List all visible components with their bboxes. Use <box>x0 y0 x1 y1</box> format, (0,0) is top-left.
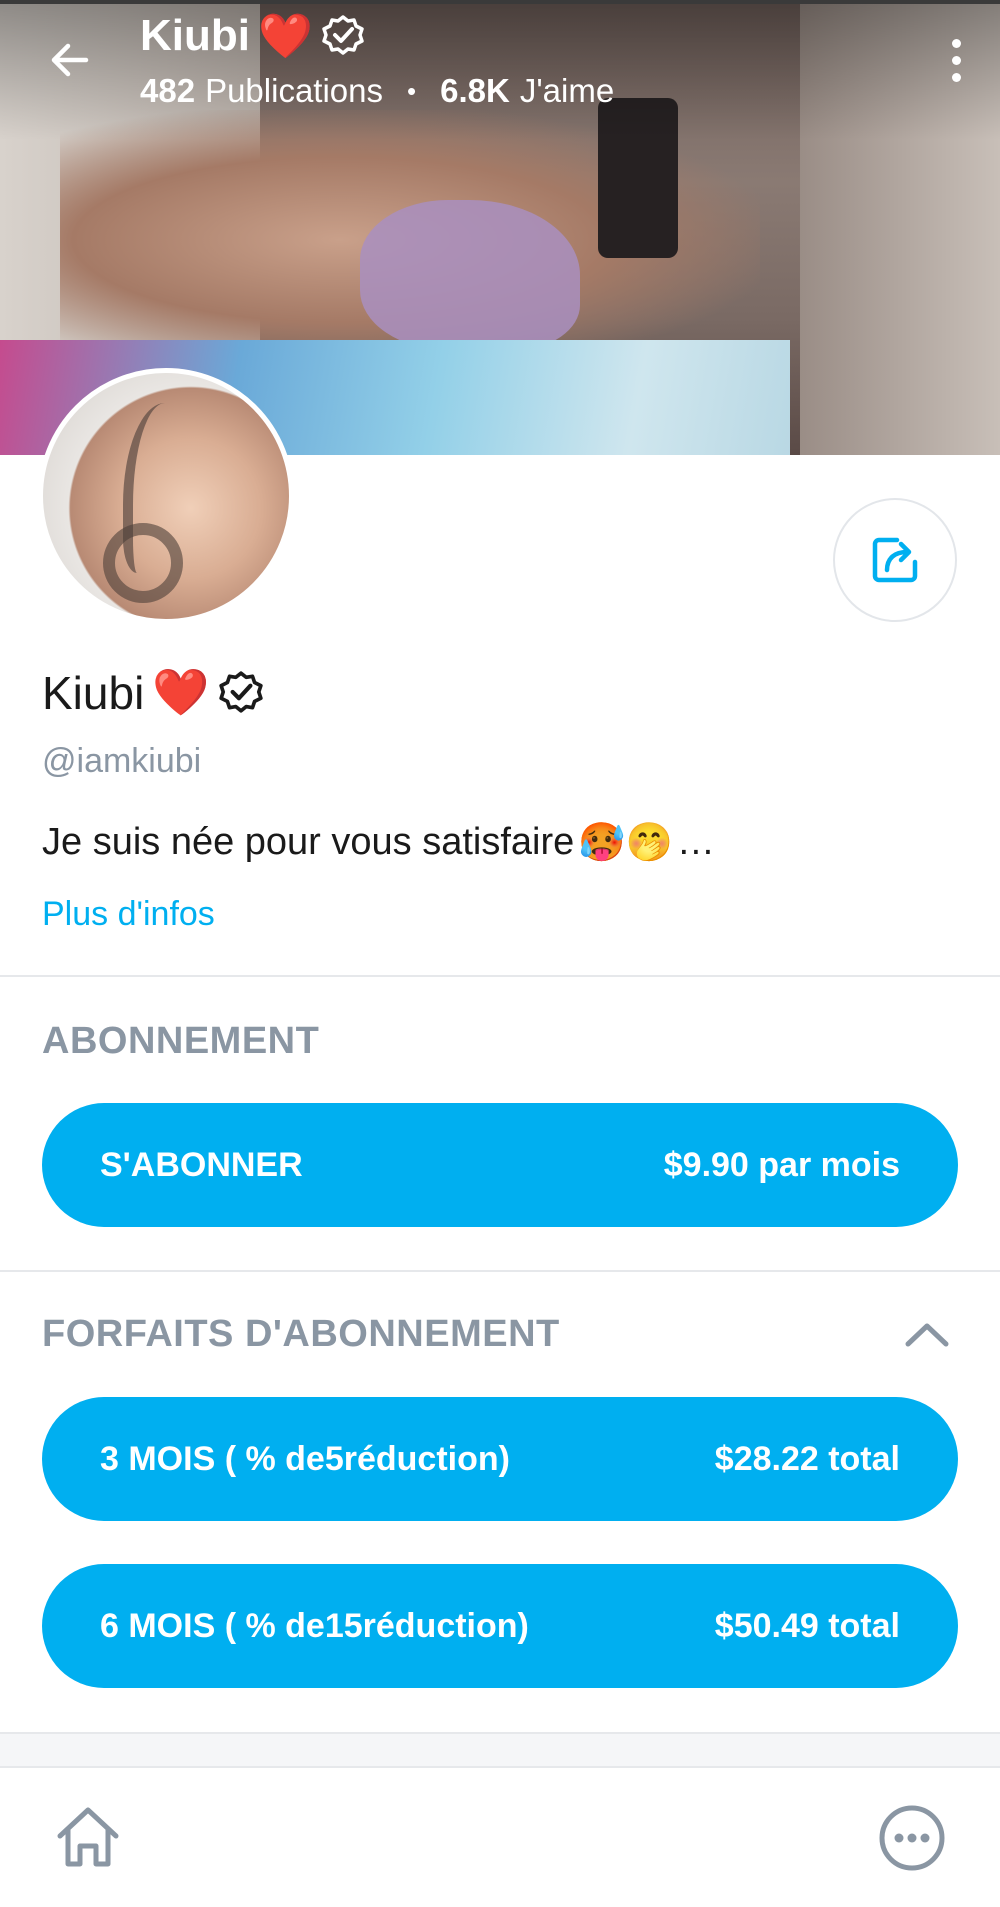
posts-count: 482 <box>140 72 196 109</box>
avatar[interactable] <box>38 368 294 624</box>
subscription-section-title: ABONNEMENT <box>42 1020 320 1062</box>
bundle-label: 6 MOIS ( % de15réduction) <box>100 1606 529 1645</box>
heart-icon: ❤️ <box>152 665 210 719</box>
bundle-label: 3 MOIS ( % de5réduction) <box>100 1439 510 1478</box>
header-stats: 482 Publications • 6.8K J'aime <box>140 72 614 110</box>
bio-text: Je suis née pour vous satisfaire <box>42 821 575 863</box>
cover-garment <box>360 200 580 350</box>
bio: Je suis née pour vous satisfaire 🥵🤭 … <box>42 820 715 865</box>
likes-count: 6.8K <box>440 72 510 109</box>
arrow-left-icon <box>51 43 89 77</box>
header-title: Kiubi ❤️ <box>140 10 365 62</box>
header-name: Kiubi <box>140 11 250 60</box>
status-strip <box>0 0 1000 4</box>
home-icon[interactable] <box>52 1802 124 1874</box>
more-vertical-icon-dot <box>951 55 961 65</box>
more-vertical-icon <box>951 38 961 48</box>
avatar-detail <box>103 523 183 603</box>
more-info-link[interactable]: Plus d'infos <box>42 895 215 934</box>
bundle-price: $28.22 total <box>714 1439 900 1478</box>
more-options-button[interactable] <box>936 30 976 90</box>
verified-badge-icon <box>322 15 364 55</box>
likes-label: J'aime <box>519 72 615 109</box>
section-gap <box>0 1732 1000 1766</box>
chevron-up-icon[interactable] <box>902 1318 952 1348</box>
more-horizontal-icon[interactable] <box>876 1802 948 1874</box>
share-button[interactable] <box>833 498 957 622</box>
bio-ellipsis: … <box>676 821 715 863</box>
heart-icon: ❤️ <box>257 11 313 62</box>
username: @iamkiubi <box>42 742 202 780</box>
bundle-6-months-button[interactable]: 6 MOIS ( % de15réduction) $50.49 total <box>42 1564 958 1688</box>
more-vertical-icon-dot <box>951 72 961 82</box>
profile-name-text: Kiubi <box>42 666 145 719</box>
subscribe-label: S'ABONNER <box>100 1145 303 1184</box>
posts-label: Publications <box>205 72 384 109</box>
stats-separator: • <box>407 75 417 106</box>
bundles-section-title: FORFAITS D'ABONNEMENT <box>42 1313 560 1355</box>
back-button[interactable] <box>40 30 100 90</box>
subscribe-button[interactable]: S'ABONNER $9.90 par mois <box>42 1103 958 1227</box>
share-icon <box>872 537 918 583</box>
bundle-price: $50.49 total <box>714 1606 900 1645</box>
verified-badge-icon <box>218 670 263 713</box>
divider <box>0 975 1000 977</box>
subscribe-price: $9.90 par mois <box>663 1145 900 1184</box>
bundle-3-months-button[interactable]: 3 MOIS ( % de5réduction) $28.22 total <box>42 1397 958 1521</box>
profile-name: Kiubi ❤️ <box>42 665 264 720</box>
app-root: Kiubi ❤️ 482 Publications • 6.8K J'aime <box>0 0 1000 1907</box>
bottom-nav <box>0 1766 1000 1907</box>
divider <box>0 1270 1000 1272</box>
bio-emojis: 🥵🤭 <box>578 820 673 864</box>
